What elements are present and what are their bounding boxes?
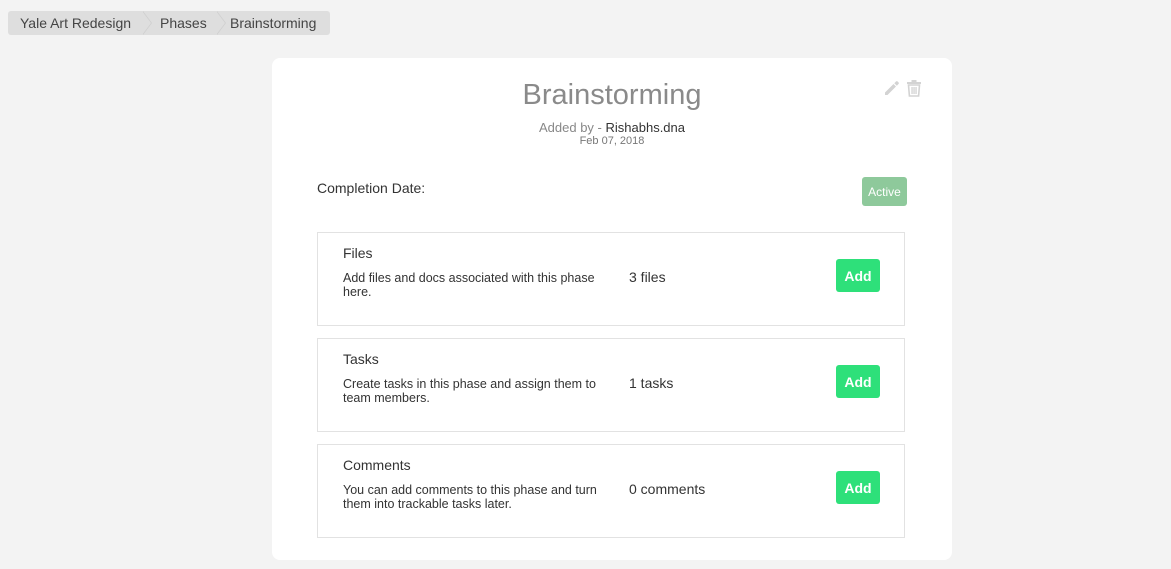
- pencil-icon[interactable]: [883, 79, 901, 97]
- tasks-count[interactable]: 1 tasks: [629, 375, 673, 391]
- added-by-line: Added by - Rishabhs.dna: [272, 120, 952, 135]
- phase-card: Brainstorming Added by - Rishabhs.dna Fe…: [272, 58, 952, 560]
- breadcrumb-item-phases[interactable]: Phases: [144, 11, 218, 35]
- trash-icon[interactable]: [905, 79, 923, 97]
- breadcrumb: Yale Art Redesign Phases Brainstorming: [8, 11, 331, 35]
- comments-count[interactable]: 0 comments: [629, 481, 705, 497]
- add-comment-button[interactable]: Add: [836, 471, 880, 504]
- phase-title: Brainstorming: [522, 79, 702, 111]
- status-badge[interactable]: Active: [862, 177, 907, 206]
- section-description: Create tasks in this phase and assign th…: [343, 377, 596, 405]
- add-task-button[interactable]: Add: [836, 365, 880, 398]
- section-title: Comments: [343, 457, 411, 473]
- comments-section: Comments You can add comments to this ph…: [317, 444, 905, 538]
- files-section: Files Add files and docs associated with…: [317, 232, 905, 326]
- section-title: Files: [343, 245, 373, 261]
- files-count[interactable]: 3 files: [629, 269, 666, 285]
- card-actions: [883, 79, 923, 97]
- breadcrumb-item-project[interactable]: Yale Art Redesign: [8, 11, 144, 35]
- added-by-label: Added by -: [539, 120, 606, 135]
- section-title: Tasks: [343, 351, 379, 367]
- tasks-section: Tasks Create tasks in this phase and ass…: [317, 338, 905, 432]
- completion-date-label: Completion Date:: [317, 180, 426, 196]
- add-file-button[interactable]: Add: [836, 259, 880, 292]
- added-date: Feb 07, 2018: [579, 135, 645, 147]
- section-description: You can add comments to this phase and t…: [343, 483, 597, 511]
- author-name[interactable]: Rishabhs.dna: [606, 120, 686, 135]
- breadcrumb-item-current-phase[interactable]: Brainstorming: [218, 11, 316, 35]
- section-description: Add files and docs associated with this …: [343, 271, 595, 299]
